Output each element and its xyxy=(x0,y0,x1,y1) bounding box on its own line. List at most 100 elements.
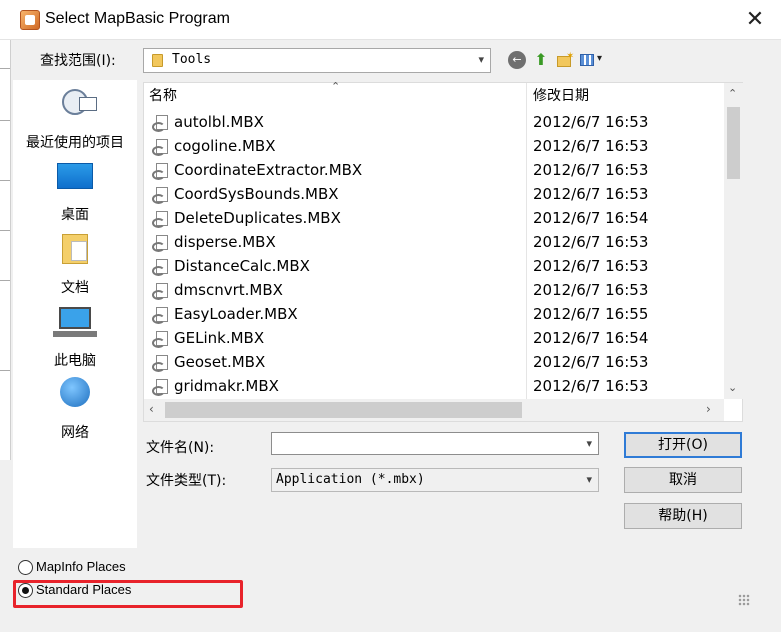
file-row[interactable]: gridmakr.MBX 2012/6/7 16:53 xyxy=(144,375,724,399)
file-row[interactable]: autolbl.MBX 2012/6/7 16:53 xyxy=(144,111,724,135)
file-date: 2012/6/7 16:53 xyxy=(533,233,649,251)
place-desktop[interactable]: 桌面 xyxy=(13,157,137,227)
file-date: 2012/6/7 16:53 xyxy=(533,161,649,179)
folder-icon xyxy=(152,54,163,67)
documents-icon xyxy=(62,234,88,264)
place-recent[interactable]: 最近使用的项目 xyxy=(13,85,137,155)
file-row[interactable]: Geoset.MBX 2012/6/7 16:53 xyxy=(144,351,724,375)
chevron-down-icon[interactable]: ▾ xyxy=(478,53,484,66)
file-date: 2012/6/7 16:53 xyxy=(533,281,649,299)
scroll-left-icon[interactable]: ‹ xyxy=(149,402,154,416)
file-name: disperse.MBX xyxy=(174,233,276,251)
file-date: 2012/6/7 16:54 xyxy=(533,329,649,347)
mbx-file-icon xyxy=(152,211,172,229)
file-type-select[interactable]: Application (*.mbx) ▾ xyxy=(271,468,599,492)
file-name: DeleteDuplicates.MBX xyxy=(174,209,341,227)
sort-ascending-icon: ⌃ xyxy=(331,80,341,93)
file-row[interactable]: CoordSysBounds.MBX 2012/6/7 16:53 xyxy=(144,183,724,207)
mbx-file-icon xyxy=(152,283,172,301)
file-date: 2012/6/7 16:53 xyxy=(533,137,649,155)
file-name-input[interactable]: ▾ xyxy=(271,432,599,455)
file-name: EasyLoader.MBX xyxy=(174,305,298,323)
place-label: 此电脑 xyxy=(54,353,96,369)
place-this-pc[interactable]: 此电脑 xyxy=(13,303,137,373)
place-network[interactable]: 网络 xyxy=(13,375,137,445)
file-date: 2012/6/7 16:53 xyxy=(533,185,649,203)
file-list[interactable]: 名称 ⌃ 修改日期 autolbl.MBX 2012/6/7 16:53 cogo… xyxy=(143,80,743,422)
mbx-file-icon xyxy=(152,307,172,325)
file-row[interactable]: GELink.MBX 2012/6/7 16:54 xyxy=(144,327,724,351)
mbx-file-icon xyxy=(152,163,172,181)
file-row[interactable]: disperse.MBX 2012/6/7 16:53 xyxy=(144,231,724,255)
file-date: 2012/6/7 16:53 xyxy=(533,377,649,395)
file-row[interactable]: cogoline.MBX 2012/6/7 16:53 xyxy=(144,135,724,159)
file-type-value: Application (*.mbx) xyxy=(276,472,425,487)
open-button[interactable]: 打开(O) xyxy=(624,432,742,458)
file-date: 2012/6/7 16:53 xyxy=(533,113,649,131)
file-name-label: 文件名(N): xyxy=(146,440,215,456)
background-window-edge xyxy=(0,40,11,460)
file-row[interactable]: CoordinateExtractor.MBX 2012/6/7 16:53 xyxy=(144,159,724,183)
scroll-up-icon[interactable]: ⌃ xyxy=(728,87,737,100)
mbx-file-icon xyxy=(152,139,172,157)
place-label: 桌面 xyxy=(61,207,89,223)
vertical-scrollbar[interactable]: ⌃ ⌄ xyxy=(724,83,743,399)
help-button[interactable]: 帮助(H) xyxy=(624,503,742,529)
file-row[interactable]: DistanceCalc.MBX 2012/6/7 16:53 xyxy=(144,255,724,279)
file-name: gridmakr.MBX xyxy=(174,377,279,395)
desktop-icon xyxy=(57,163,93,189)
back-icon[interactable]: ← xyxy=(508,51,526,69)
network-icon xyxy=(60,377,90,407)
radio-label: MapInfo Places xyxy=(36,559,126,574)
file-name: dmscnvrt.MBX xyxy=(174,281,283,299)
place-documents[interactable]: 文档 xyxy=(13,230,137,300)
file-name: CoordSysBounds.MBX xyxy=(174,185,339,203)
file-name: CoordinateExtractor.MBX xyxy=(174,161,363,179)
chevron-down-icon[interactable]: ▾ xyxy=(586,473,592,486)
column-header-name[interactable]: 名称 xyxy=(149,83,177,109)
highlight-annotation xyxy=(13,580,243,608)
file-row[interactable]: DeleteDuplicates.MBX 2012/6/7 16:54 xyxy=(144,207,724,231)
recent-places-icon xyxy=(62,89,97,115)
file-date: 2012/6/7 16:55 xyxy=(533,305,649,323)
mbx-file-icon xyxy=(152,187,172,205)
place-label: 最近使用的项目 xyxy=(26,135,124,151)
horizontal-scrollbar[interactable]: ‹ › xyxy=(144,399,724,421)
column-header-date[interactable]: 修改日期 xyxy=(533,83,589,109)
look-in-combo[interactable]: Tools ▾ xyxy=(143,48,491,73)
radio-button[interactable] xyxy=(18,560,33,575)
file-type-label: 文件类型(T): xyxy=(146,473,227,489)
mbx-file-icon xyxy=(152,379,172,397)
title-bar: Select MapBasic Program ✕ xyxy=(0,0,781,40)
file-date: 2012/6/7 16:54 xyxy=(533,209,649,227)
mbx-file-icon xyxy=(152,355,172,373)
view-menu-icon[interactable]: ▾ xyxy=(580,51,608,69)
mbx-file-icon xyxy=(152,259,172,277)
file-name: cogoline.MBX xyxy=(174,137,276,155)
places-bar: 最近使用的项目 桌面 文档 此电脑 网络 xyxy=(13,80,137,548)
file-row[interactable]: dmscnvrt.MBX 2012/6/7 16:53 xyxy=(144,279,724,303)
chevron-down-icon[interactable]: ▾ xyxy=(586,437,592,450)
mbx-file-icon xyxy=(152,331,172,349)
file-date: 2012/6/7 16:53 xyxy=(533,353,649,371)
scroll-down-icon[interactable]: ⌄ xyxy=(728,381,737,394)
place-label: 网络 xyxy=(61,425,89,441)
look-in-value: Tools xyxy=(172,52,212,67)
resize-grip-icon[interactable] xyxy=(738,594,750,606)
file-name: autolbl.MBX xyxy=(174,113,264,131)
up-folder-icon[interactable]: ⬆ xyxy=(532,51,550,69)
horizontal-scroll-thumb[interactable] xyxy=(165,402,522,418)
place-label: 文档 xyxy=(61,280,89,296)
vertical-scroll-thumb[interactable] xyxy=(727,107,740,179)
cancel-button[interactable]: 取消 xyxy=(624,467,742,493)
file-name: GELink.MBX xyxy=(174,329,265,347)
file-name: DistanceCalc.MBX xyxy=(174,257,310,275)
scroll-right-icon[interactable]: › xyxy=(706,402,711,416)
file-row[interactable]: EasyLoader.MBX 2012/6/7 16:55 xyxy=(144,303,724,327)
look-in-label: 查找范围(I): xyxy=(40,53,116,69)
file-name: Geoset.MBX xyxy=(174,353,266,371)
window-title: Select MapBasic Program xyxy=(45,10,230,27)
close-icon[interactable]: ✕ xyxy=(741,6,769,34)
mbx-file-icon xyxy=(152,235,172,253)
new-folder-icon[interactable]: ✶ xyxy=(556,51,574,69)
